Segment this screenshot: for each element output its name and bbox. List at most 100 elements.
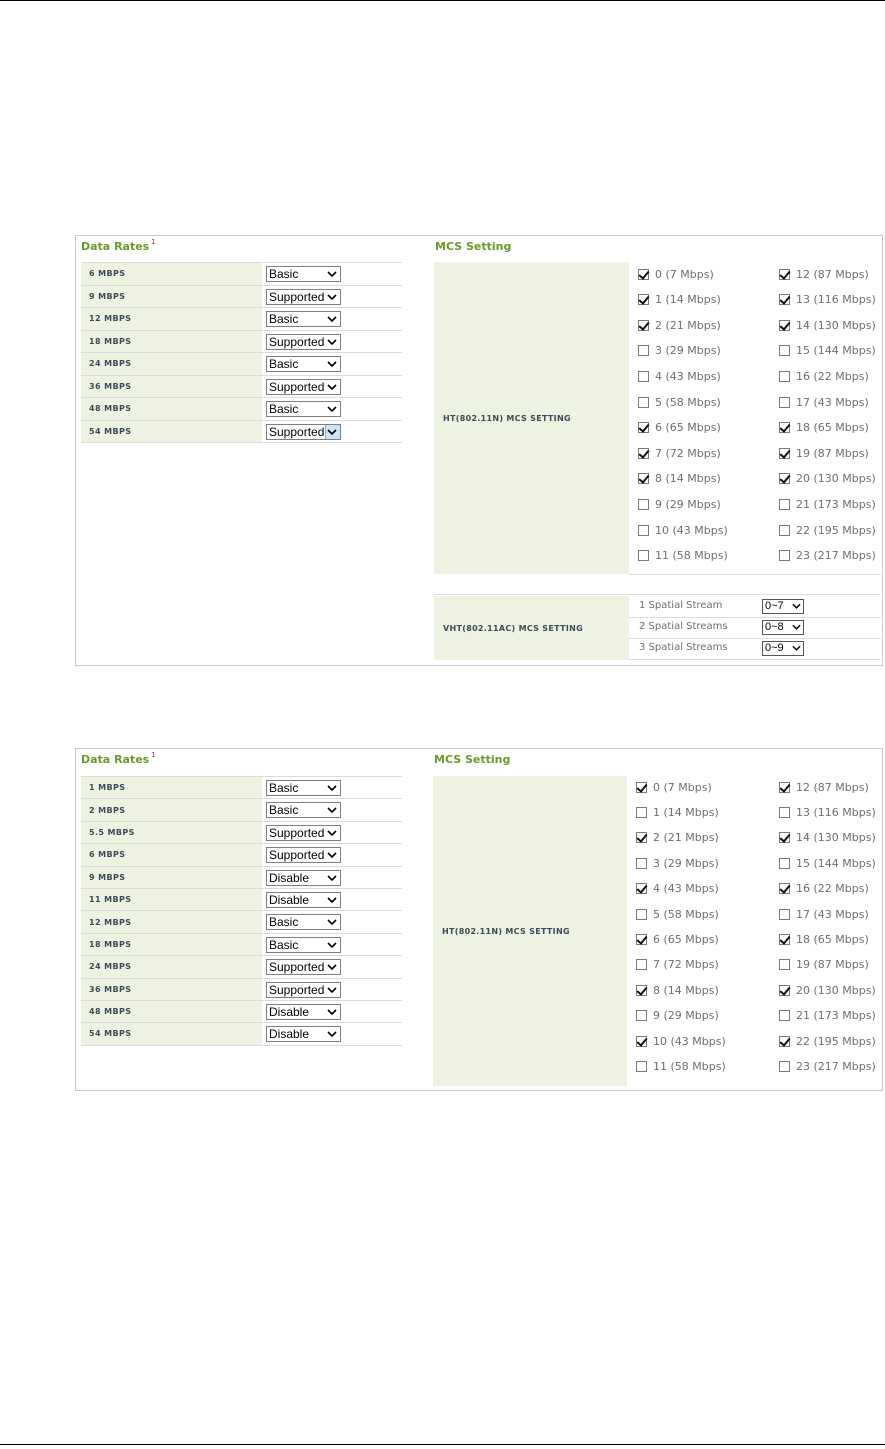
rate-mode-select[interactable]: Basic [266,266,341,282]
mcs-checkbox-item[interactable]: 16 (22 Mbps) [779,882,869,896]
unchecked-checkbox[interactable] [636,908,647,920]
mcs-checkbox-item[interactable]: 22 (195 Mbps) [779,523,876,537]
unchecked-checkbox[interactable] [779,498,790,510]
mcs-checkbox-item[interactable]: 9 (29 Mbps) [636,1009,719,1023]
checked-checkbox[interactable] [636,883,647,895]
mcs-checkbox-item[interactable]: 18 (65 Mbps) [779,421,869,435]
checked-checkbox[interactable] [779,473,790,485]
checked-checkbox[interactable] [779,1035,790,1047]
checked-checkbox[interactable] [779,933,790,945]
mcs-checkbox-item[interactable]: 9 (29 Mbps) [638,497,721,511]
unchecked-checkbox[interactable] [636,806,647,818]
rate-mode-select[interactable]: Supported [266,824,341,841]
unchecked-checkbox[interactable] [638,370,649,382]
mcs-checkbox-item[interactable]: 19 (87 Mbps) [779,958,869,972]
mcs-checkbox-item[interactable]: 5 (58 Mbps) [638,395,721,409]
checked-checkbox[interactable] [779,447,790,459]
rate-mode-select[interactable]: Disable [266,869,341,886]
mcs-checkbox-item[interactable]: 20 (130 Mbps) [779,983,876,997]
mcs-checkbox-item[interactable]: 10 (43 Mbps) [636,1034,726,1048]
rate-mode-select[interactable]: Basic [266,401,341,417]
unchecked-checkbox[interactable] [779,396,790,408]
checked-checkbox[interactable] [779,268,790,280]
mcs-checkbox-item[interactable]: 4 (43 Mbps) [638,369,721,383]
checked-checkbox[interactable] [779,984,790,996]
unchecked-checkbox[interactable] [779,550,790,562]
mcs-checkbox-item[interactable]: 3 (29 Mbps) [638,344,721,358]
mcs-checkbox-item[interactable]: 23 (217 Mbps) [779,1059,876,1073]
mcs-checkbox-item[interactable]: 21 (173 Mbps) [779,1009,876,1023]
checked-checkbox[interactable] [638,447,649,459]
unchecked-checkbox[interactable] [638,396,649,408]
checked-checkbox[interactable] [638,268,649,280]
mcs-checkbox-item[interactable]: 1 (14 Mbps) [636,805,719,819]
mcs-checkbox-item[interactable]: 6 (65 Mbps) [638,421,721,435]
mcs-checkbox-item[interactable]: 7 (72 Mbps) [638,446,721,460]
mcs-checkbox-item[interactable]: 6 (65 Mbps) [636,932,719,946]
unchecked-checkbox[interactable] [638,550,649,562]
unchecked-checkbox[interactable] [638,524,649,536]
rate-mode-select[interactable]: Disable [266,891,341,908]
mcs-checkbox-item[interactable]: 1 (14 Mbps) [638,293,721,307]
rate-mode-select[interactable]: Basic [266,936,341,953]
checked-checkbox[interactable] [779,294,790,306]
rate-mode-select[interactable]: Supported [266,847,341,864]
rate-mode-select[interactable]: Basic [266,780,341,796]
rate-mode-select[interactable]: Supported [266,378,341,395]
mcs-checkbox-item[interactable]: 5 (58 Mbps) [636,907,719,921]
rate-mode-select[interactable]: Supported [266,288,341,305]
mcs-checkbox-item[interactable]: 14 (130 Mbps) [779,831,876,845]
mcs-checkbox-item[interactable]: 0 (7 Mbps) [638,267,714,281]
unchecked-checkbox[interactable] [636,1060,647,1072]
mcs-checkbox-item[interactable]: 21 (173 Mbps) [779,497,876,511]
mcs-checkbox-item[interactable]: 20 (130 Mbps) [779,472,876,486]
unchecked-checkbox[interactable] [779,1060,790,1072]
mcs-checkbox-item[interactable]: 15 (144 Mbps) [779,856,876,870]
checked-checkbox[interactable] [779,422,790,434]
unchecked-checkbox[interactable] [636,857,647,869]
mcs-checkbox-item[interactable]: 2 (21 Mbps) [636,831,719,845]
rate-mode-select[interactable]: Basic [266,802,341,819]
mcs-checkbox-item[interactable]: 12 (87 Mbps) [779,267,869,281]
unchecked-checkbox[interactable] [779,857,790,869]
checked-checkbox[interactable] [636,933,647,945]
mcs-checkbox-item[interactable]: 3 (29 Mbps) [636,856,719,870]
mcs-checkbox-item[interactable]: 12 (87 Mbps) [779,780,869,794]
mcs-checkbox-item[interactable]: 14 (130 Mbps) [779,318,876,332]
unchecked-checkbox[interactable] [779,345,790,357]
rate-mode-select[interactable]: Disable [266,1026,341,1043]
unchecked-checkbox[interactable] [636,1010,647,1022]
rate-mode-select[interactable]: Supported [266,333,341,350]
unchecked-checkbox[interactable] [779,806,790,818]
rate-mode-select[interactable]: Supported [266,981,341,998]
checked-checkbox[interactable] [638,473,649,485]
mcs-checkbox-item[interactable]: 10 (43 Mbps) [638,523,728,537]
mcs-checkbox-item[interactable]: 23 (217 Mbps) [779,549,876,563]
mcs-checkbox-item[interactable]: 19 (87 Mbps) [779,446,869,460]
checked-checkbox[interactable] [636,781,647,793]
checked-checkbox[interactable] [779,883,790,895]
unchecked-checkbox[interactable] [779,524,790,536]
rate-mode-select[interactable]: Basic [266,914,341,931]
unchecked-checkbox[interactable] [638,345,649,357]
vht-mcs-select[interactable]: 0~9 [762,641,804,656]
unchecked-checkbox[interactable] [638,498,649,510]
checked-checkbox[interactable] [638,422,649,434]
checked-checkbox[interactable] [779,781,790,793]
mcs-checkbox-item[interactable]: 13 (116 Mbps) [779,293,876,307]
rate-mode-select[interactable]: Supported [266,423,341,440]
rate-mode-select[interactable]: Basic [266,311,341,327]
mcs-checkbox-item[interactable]: 11 (58 Mbps) [638,549,728,563]
mcs-checkbox-item[interactable]: 15 (144 Mbps) [779,344,876,358]
unchecked-checkbox[interactable] [779,370,790,382]
vht-mcs-select[interactable]: 0~7 [762,599,804,614]
vht-mcs-select[interactable]: 0~8 [762,620,804,635]
mcs-checkbox-item[interactable]: 7 (72 Mbps) [636,958,719,972]
rate-mode-select[interactable]: Disable [266,1003,341,1020]
unchecked-checkbox[interactable] [636,959,647,971]
mcs-checkbox-item[interactable]: 18 (65 Mbps) [779,932,869,946]
unchecked-checkbox[interactable] [779,1010,790,1022]
rate-mode-select[interactable]: Basic [266,356,341,372]
checked-checkbox[interactable] [638,294,649,306]
mcs-checkbox-item[interactable]: 17 (43 Mbps) [779,395,869,409]
